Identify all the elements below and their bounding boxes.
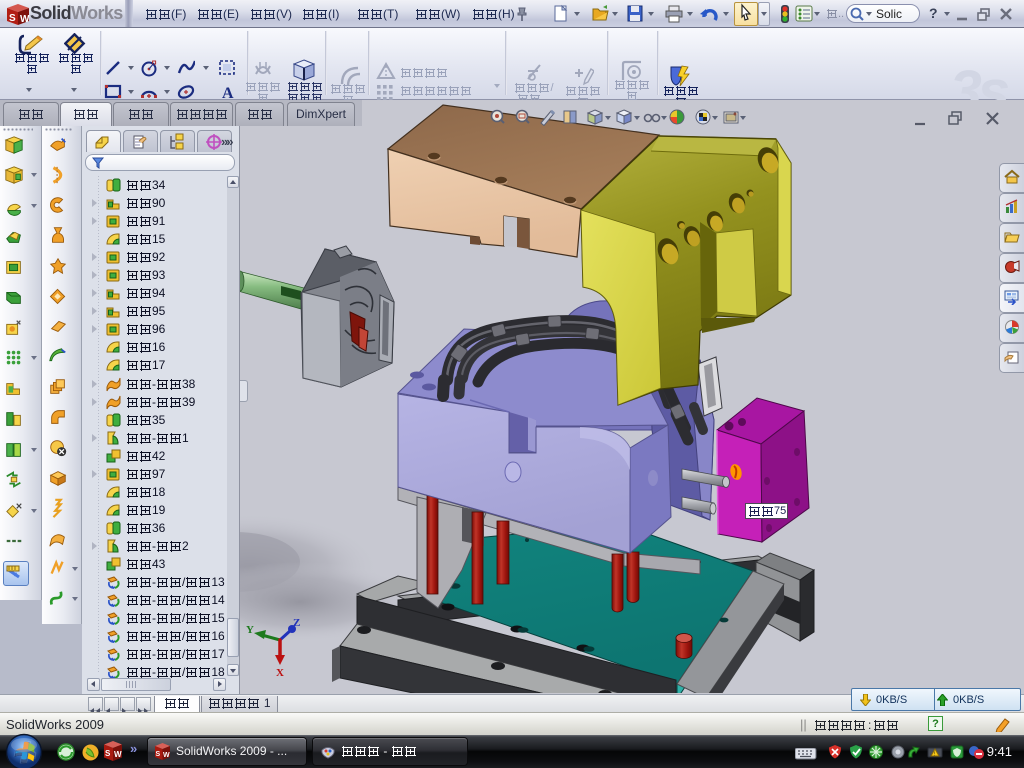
svg-text:S: S <box>156 751 161 758</box>
svg-text:Y: Y <box>246 624 254 636</box>
svg-text:S: S <box>105 749 111 758</box>
svg-text:!: ! <box>934 751 935 757</box>
svg-text:X: X <box>276 667 284 679</box>
svg-text:Z: Z <box>293 617 300 629</box>
svg-text:A: A <box>222 85 234 101</box>
svg-text:W: W <box>114 750 122 759</box>
svg-text:W: W <box>163 752 170 759</box>
svg-text:S: S <box>9 13 16 24</box>
svg-text:W: W <box>20 14 30 25</box>
